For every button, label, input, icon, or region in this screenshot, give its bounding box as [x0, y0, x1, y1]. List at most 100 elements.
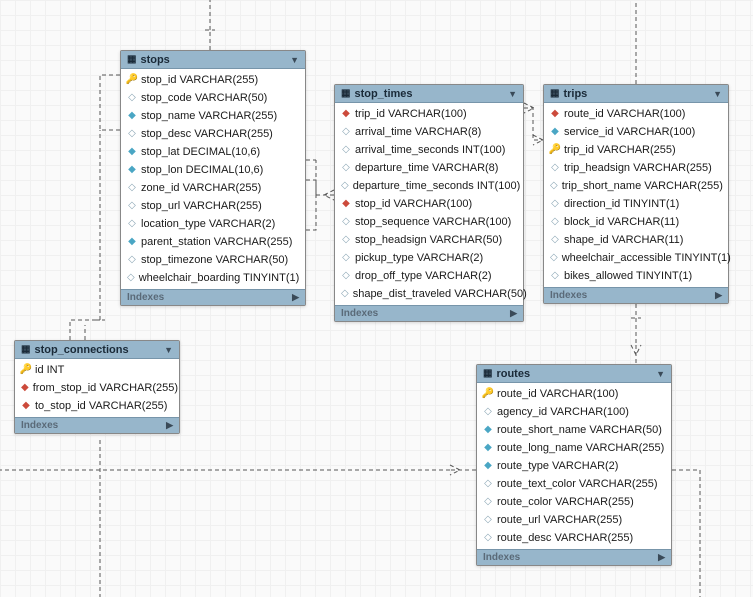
diamond-open-icon: ◇ — [550, 214, 560, 230]
indexes-label: Indexes — [341, 308, 378, 319]
diamond-fk-icon: ◆ — [341, 106, 351, 122]
entity-stop-times[interactable]: ▦ stop_times ▼ ◆trip_id VARCHAR(100) ◇ar… — [334, 84, 524, 322]
diamond-open-icon: ◇ — [127, 216, 137, 232]
column: ◇bikes_allowed TINYINT(1) — [544, 267, 728, 285]
diamond-filled-icon: ◆ — [550, 124, 560, 140]
column: 🔑trip_id VARCHAR(255) — [544, 141, 728, 159]
chevron-down-icon[interactable]: ▼ — [290, 55, 299, 65]
chevron-down-icon[interactable]: ▼ — [164, 345, 173, 355]
indexes-label: Indexes — [550, 290, 587, 301]
chevron-down-icon[interactable]: ▼ — [713, 89, 722, 99]
column-text: stop_id VARCHAR(100) — [355, 196, 472, 212]
diamond-open-icon: ◇ — [341, 250, 351, 266]
column: ◇pickup_type VARCHAR(2) — [335, 249, 523, 267]
column-text: pickup_type VARCHAR(2) — [355, 250, 483, 266]
diamond-filled-icon: ◆ — [483, 422, 493, 438]
diamond-open-icon: ◇ — [341, 178, 349, 194]
diamond-open-icon: ◇ — [127, 126, 137, 142]
column-list: 🔑route_id VARCHAR(100) ◇agency_id VARCHA… — [477, 383, 671, 549]
indexes-section[interactable]: Indexes ▶ — [121, 289, 305, 305]
diamond-fk-icon: ◆ — [21, 398, 31, 414]
column-text: wheelchair_boarding TINYINT(1) — [139, 270, 300, 286]
diamond-open-icon: ◇ — [341, 268, 351, 284]
column-text: route_id VARCHAR(100) — [564, 106, 685, 122]
diamond-open-icon: ◇ — [483, 476, 493, 492]
column: ◇route_url VARCHAR(255) — [477, 511, 671, 529]
diamond-open-icon: ◇ — [341, 142, 351, 158]
entity-title: stop_times — [354, 88, 504, 100]
diamond-filled-icon: ◆ — [127, 144, 137, 160]
column-text: id INT — [35, 362, 64, 378]
column: ◇stop_url VARCHAR(255) — [121, 197, 305, 215]
column-text: stop_url VARCHAR(255) — [141, 198, 262, 214]
indexes-label: Indexes — [21, 420, 58, 431]
column-text: departure_time VARCHAR(8) — [355, 160, 498, 176]
entity-header[interactable]: ▦ trips ▼ — [544, 85, 728, 103]
key-icon: 🔑 — [550, 142, 560, 158]
column-text: arrival_time_seconds INT(100) — [355, 142, 505, 158]
chevron-right-icon: ▶ — [715, 290, 722, 301]
diamond-filled-icon: ◆ — [483, 440, 493, 456]
diamond-open-icon: ◇ — [483, 494, 493, 510]
indexes-section[interactable]: Indexes ▶ — [335, 305, 523, 321]
diamond-open-icon: ◇ — [483, 404, 493, 420]
diamond-filled-icon: ◆ — [127, 162, 137, 178]
table-icon: ▦ — [550, 88, 559, 99]
column-text: route_desc VARCHAR(255) — [497, 530, 633, 546]
indexes-section[interactable]: Indexes ▶ — [544, 287, 728, 303]
entity-header[interactable]: ▦ stops ▼ — [121, 51, 305, 69]
column: ◇stop_sequence VARCHAR(100) — [335, 213, 523, 231]
column-list: 🔑id INT ◆from_stop_id VARCHAR(255) ◆to_s… — [15, 359, 179, 417]
diamond-open-icon: ◇ — [127, 90, 137, 106]
diamond-open-icon: ◇ — [127, 198, 137, 214]
entity-trips[interactable]: ▦ trips ▼ ◆route_id VARCHAR(100) ◆servic… — [543, 84, 729, 304]
column-text: route_type VARCHAR(2) — [497, 458, 618, 474]
column: ◇stop_code VARCHAR(50) — [121, 89, 305, 107]
column-text: stop_id VARCHAR(255) — [141, 72, 258, 88]
column: ◇wheelchair_accessible TINYINT(1) — [544, 249, 728, 267]
column: ◇route_color VARCHAR(255) — [477, 493, 671, 511]
column-text: route_long_name VARCHAR(255) — [497, 440, 664, 456]
diamond-open-icon: ◇ — [550, 232, 560, 248]
column-text: shape_dist_traveled VARCHAR(50) — [353, 286, 527, 302]
entity-header[interactable]: ▦ routes ▼ — [477, 365, 671, 383]
chevron-down-icon[interactable]: ▼ — [508, 89, 517, 99]
column-text: trip_headsign VARCHAR(255) — [564, 160, 712, 176]
column: ◇zone_id VARCHAR(255) — [121, 179, 305, 197]
entity-routes[interactable]: ▦ routes ▼ 🔑route_id VARCHAR(100) ◇agenc… — [476, 364, 672, 566]
entity-header[interactable]: ▦ stop_times ▼ — [335, 85, 523, 103]
column: ◇block_id VARCHAR(11) — [544, 213, 728, 231]
column: ◇shape_dist_traveled VARCHAR(50) — [335, 285, 523, 303]
column: ◇trip_headsign VARCHAR(255) — [544, 159, 728, 177]
column-text: route_text_color VARCHAR(255) — [497, 476, 658, 492]
indexes-section[interactable]: Indexes ▶ — [15, 417, 179, 433]
entity-title: stop_connections — [34, 344, 160, 356]
column: ◆stop_name VARCHAR(255) — [121, 107, 305, 125]
column-list: 🔑stop_id VARCHAR(255) ◇stop_code VARCHAR… — [121, 69, 305, 289]
diamond-open-icon: ◇ — [341, 232, 351, 248]
diamond-open-icon: ◇ — [341, 160, 351, 176]
entity-stops[interactable]: ▦ stops ▼ 🔑stop_id VARCHAR(255) ◇stop_co… — [120, 50, 306, 306]
entity-header[interactable]: ▦ stop_connections ▼ — [15, 341, 179, 359]
column: ◇arrival_time VARCHAR(8) — [335, 123, 523, 141]
column-text: stop_lat DECIMAL(10,6) — [141, 144, 260, 160]
column: ◆route_type VARCHAR(2) — [477, 457, 671, 475]
indexes-label: Indexes — [127, 292, 164, 303]
chevron-down-icon[interactable]: ▼ — [656, 369, 665, 379]
diamond-open-icon: ◇ — [341, 214, 351, 230]
entity-title: routes — [496, 368, 652, 380]
column-text: shape_id VARCHAR(11) — [564, 232, 683, 248]
entity-stop-connections[interactable]: ▦ stop_connections ▼ 🔑id INT ◆from_stop_… — [14, 340, 180, 434]
column-list: ◆route_id VARCHAR(100) ◆service_id VARCH… — [544, 103, 728, 287]
column-text: direction_id TINYINT(1) — [564, 196, 679, 212]
column-text: wheelchair_accessible TINYINT(1) — [562, 250, 731, 266]
column-text: stop_lon DECIMAL(10,6) — [141, 162, 263, 178]
diamond-open-icon: ◇ — [550, 250, 558, 266]
column: ◆stop_id VARCHAR(100) — [335, 195, 523, 213]
column: ◆stop_lon DECIMAL(10,6) — [121, 161, 305, 179]
column: 🔑stop_id VARCHAR(255) — [121, 71, 305, 89]
column-text: route_short_name VARCHAR(50) — [497, 422, 662, 438]
column: ◇route_desc VARCHAR(255) — [477, 529, 671, 547]
indexes-section[interactable]: Indexes ▶ — [477, 549, 671, 565]
column-text: location_type VARCHAR(2) — [141, 216, 275, 232]
